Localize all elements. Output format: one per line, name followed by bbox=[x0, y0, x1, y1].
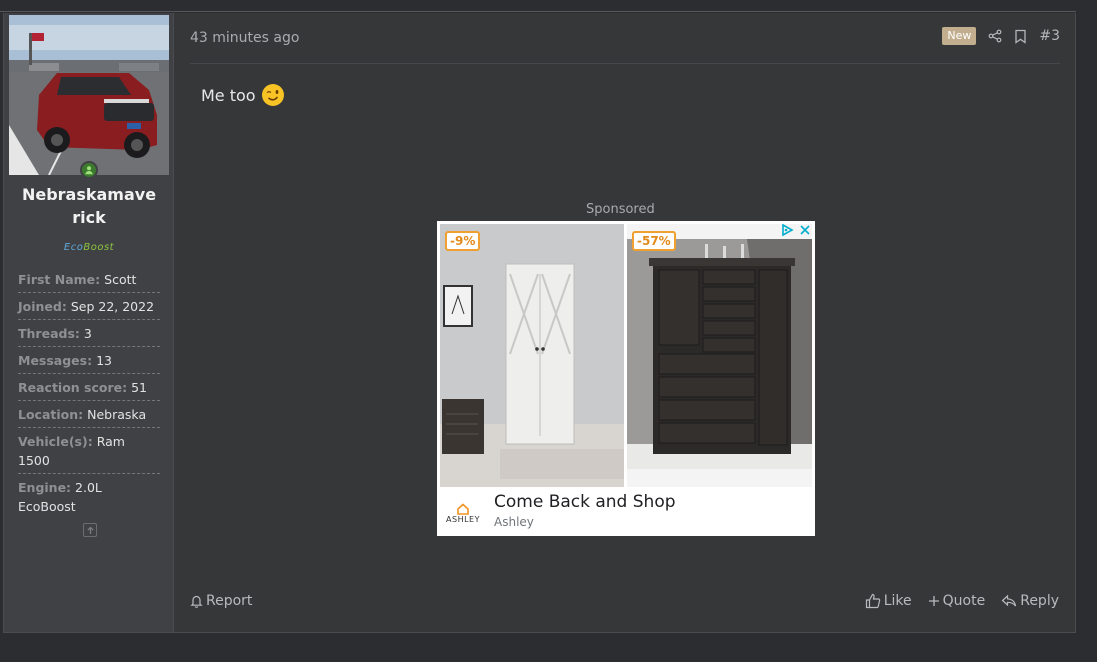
user-title-ecoboost: EcoBoost bbox=[4, 242, 174, 253]
post-reaction-actions: Like Quote Reply bbox=[865, 593, 1059, 609]
stat-value: Sep 22, 2022 bbox=[70, 299, 155, 314]
like-label: Like bbox=[883, 593, 912, 609]
post-message: Me too bbox=[201, 83, 285, 107]
stat-first-name: First Name: Scott bbox=[18, 266, 160, 293]
adchoices-icon[interactable] bbox=[780, 223, 794, 237]
post-header-actions: New #3 bbox=[942, 27, 1060, 45]
stat-messages[interactable]: Messages: 13 bbox=[18, 347, 160, 374]
reply-icon bbox=[1001, 594, 1017, 608]
forum-post: Nebraskamave rick EcoBoost First Name: S… bbox=[3, 13, 1076, 633]
report-button[interactable]: Report bbox=[190, 593, 252, 609]
stat-joined: Joined: Sep 22, 2022 bbox=[18, 293, 160, 320]
like-button[interactable]: Like bbox=[865, 593, 912, 609]
stat-value: 13 bbox=[96, 353, 112, 368]
ad-controls bbox=[780, 223, 812, 237]
quote-label: Quote bbox=[942, 593, 986, 609]
ad-image-wardrobe[interactable]: -9% bbox=[440, 224, 624, 487]
ad-image-chest[interactable]: -57% bbox=[627, 224, 812, 487]
sponsored-ad[interactable]: -9% -57% ASHLEY Come Back and Shop Ashle… bbox=[437, 221, 815, 536]
discount-badge-1: -9% bbox=[445, 231, 481, 251]
share-icon[interactable] bbox=[988, 29, 1002, 43]
scroll-up-icon[interactable] bbox=[83, 523, 97, 537]
discount-badge-2: -57% bbox=[632, 231, 676, 251]
ad-advertiser[interactable]: Ashley bbox=[494, 515, 534, 529]
stat-value: 51 bbox=[131, 380, 148, 395]
user-title-boost: Boost bbox=[83, 242, 115, 253]
stat-value: Nebraska bbox=[87, 407, 147, 422]
stat-value: Scott bbox=[104, 272, 137, 287]
reply-button[interactable]: Reply bbox=[1001, 593, 1059, 609]
stat-threads[interactable]: Threads: 3 bbox=[18, 320, 160, 347]
ashley-logo-icon[interactable]: ASHLEY bbox=[443, 503, 483, 524]
stat-label: First Name: bbox=[18, 272, 101, 287]
post-timestamp[interactable]: 43 minutes ago bbox=[190, 30, 299, 46]
stat-location[interactable]: Location: Nebraska bbox=[18, 401, 160, 428]
stat-label: Threads: bbox=[18, 326, 80, 341]
header-divider bbox=[190, 63, 1060, 64]
plus-icon bbox=[928, 595, 940, 607]
new-badge: New bbox=[942, 27, 977, 45]
report-label: Report bbox=[206, 593, 253, 609]
stat-label: Location: bbox=[18, 407, 84, 422]
wink-emoji-icon bbox=[261, 83, 285, 107]
user-title-eco: Eco bbox=[63, 242, 84, 253]
ad-title[interactable]: Come Back and Shop bbox=[494, 492, 676, 512]
stat-value: 3 bbox=[83, 326, 92, 341]
bell-icon bbox=[190, 594, 203, 608]
post-main: 43 minutes ago New #3 Me too Sponsored -… bbox=[174, 13, 1075, 632]
stat-label: Reaction score: bbox=[18, 380, 128, 395]
stat-label: Engine: bbox=[18, 480, 72, 495]
stat-vehicles: Vehicle(s): Ram 1500 bbox=[18, 428, 160, 474]
username[interactable]: Nebraskamave rick bbox=[16, 183, 162, 229]
post-footer: Report Like Quote Reply bbox=[190, 593, 1059, 609]
user-panel: Nebraskamave rick EcoBoost First Name: S… bbox=[4, 13, 174, 632]
thumbs-up-icon bbox=[865, 593, 881, 609]
username-line-2[interactable]: rick bbox=[16, 206, 162, 229]
user-stats: First Name: Scott Joined: Sep 22, 2022 T… bbox=[18, 266, 160, 519]
online-user-icon bbox=[80, 161, 98, 179]
reply-label: Reply bbox=[1020, 593, 1059, 609]
post-number[interactable]: #3 bbox=[1039, 28, 1060, 44]
close-icon[interactable] bbox=[798, 223, 812, 237]
stat-label: Joined: bbox=[18, 299, 67, 314]
stat-engine: Engine: 2.0L EcoBoost bbox=[18, 474, 160, 519]
username-line-1[interactable]: Nebraskamave bbox=[16, 183, 162, 206]
avatar[interactable] bbox=[9, 15, 169, 175]
stat-reaction-score[interactable]: Reaction score: 51 bbox=[18, 374, 160, 401]
post-message-text: Me too bbox=[201, 85, 256, 105]
sponsored-label: Sponsored bbox=[586, 202, 655, 217]
quote-button[interactable]: Quote bbox=[928, 593, 986, 609]
stat-label: Vehicle(s): bbox=[18, 434, 93, 449]
ashley-logo-text: ASHLEY bbox=[446, 515, 480, 524]
top-divider bbox=[0, 11, 1076, 12]
stat-label: Messages: bbox=[18, 353, 93, 368]
bookmark-icon[interactable] bbox=[1014, 29, 1027, 44]
